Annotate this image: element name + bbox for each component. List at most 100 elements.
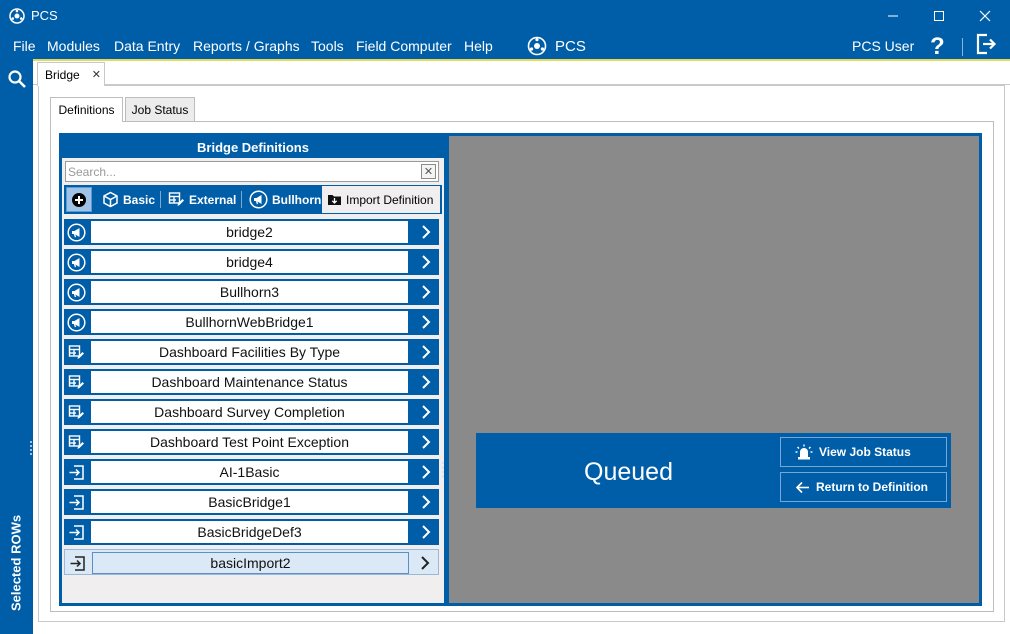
alarm-light-icon xyxy=(795,444,813,460)
cube-icon xyxy=(103,191,118,208)
list-item[interactable]: BasicBridge1 xyxy=(64,489,439,515)
user-name[interactable]: PCS User xyxy=(852,38,914,54)
tab-bridge[interactable]: Bridge ✕ xyxy=(37,62,105,86)
list-item[interactable]: bridge4 xyxy=(64,249,439,275)
basic-import-icon xyxy=(66,522,86,542)
view-job-status-button[interactable]: View Job Status xyxy=(780,437,947,467)
import-definition-button[interactable]: Import Definition xyxy=(322,186,440,213)
menu-modules[interactable]: Modules xyxy=(47,38,100,54)
logout-icon[interactable] xyxy=(975,33,997,55)
return-to-definition-label: Return to Definition xyxy=(816,480,928,494)
tab-job-status[interactable]: Job Status xyxy=(125,97,195,121)
maximize-button[interactable] xyxy=(916,0,962,32)
close-window-button[interactable] xyxy=(962,0,1008,32)
bullhorn-icon xyxy=(66,222,86,242)
panel-title: Bridge Definitions xyxy=(62,136,444,158)
bullhorn-icon xyxy=(66,282,86,302)
list-item-selected[interactable]: basicImport2 xyxy=(64,549,439,575)
chevron-right-icon[interactable] xyxy=(421,405,431,419)
help-icon[interactable]: ? xyxy=(930,33,945,61)
chevron-right-icon[interactable] xyxy=(421,345,431,359)
table-edit-icon xyxy=(168,192,184,206)
tab-close-icon[interactable]: ✕ xyxy=(92,68,101,81)
pcs-logo: PCS xyxy=(527,36,586,56)
list-item[interactable]: BullhornWebBridge1 xyxy=(64,309,439,335)
list-item[interactable]: Dashboard Survey Completion xyxy=(64,399,439,425)
definition-name: Bullhorn3 xyxy=(91,281,408,303)
filter-bullhorn-label: Bullhorn xyxy=(272,192,322,207)
menu-file[interactable]: File xyxy=(13,38,36,54)
filter-external-label: External xyxy=(189,192,237,207)
definition-name: Dashboard Survey Completion xyxy=(91,401,408,423)
external-icon xyxy=(66,402,86,422)
chevron-right-icon[interactable] xyxy=(421,465,431,479)
job-status-text: Queued xyxy=(584,457,673,486)
filter-basic-button[interactable]: Basic xyxy=(102,185,155,214)
toolbar-separator xyxy=(241,191,242,208)
return-to-definition-button[interactable]: Return to Definition xyxy=(780,472,947,502)
chevron-right-icon[interactable] xyxy=(421,285,431,299)
definition-name: BasicBridgeDef3 xyxy=(91,521,408,543)
arrow-left-icon xyxy=(795,481,809,493)
filter-external-button[interactable]: External xyxy=(168,185,236,214)
selected-rows-toggle[interactable]: Selected ROWs xyxy=(4,513,28,613)
plus-circle-icon xyxy=(72,192,86,207)
chevron-right-icon[interactable] xyxy=(420,556,430,570)
add-definition-button[interactable] xyxy=(66,187,92,212)
close-icon xyxy=(979,10,991,22)
folder-import-icon xyxy=(328,195,341,205)
chevron-right-icon[interactable] xyxy=(421,435,431,449)
pcs-logo-label: PCS xyxy=(555,37,586,55)
menu-data-entry[interactable]: Data Entry xyxy=(114,38,180,54)
definition-search-box: ✕ xyxy=(65,161,439,182)
definition-name: Dashboard Test Point Exception xyxy=(91,431,408,453)
minimize-icon xyxy=(888,15,898,17)
toolbar-separator xyxy=(160,191,161,208)
menu-tools[interactable]: Tools xyxy=(311,38,344,54)
bullhorn-icon xyxy=(66,252,86,272)
definition-name: bridge2 xyxy=(91,221,408,243)
filter-bullhorn-button[interactable]: Bullhorn xyxy=(249,185,321,214)
chevron-right-icon[interactable] xyxy=(421,375,431,389)
menu-help[interactable]: Help xyxy=(464,38,493,54)
view-job-status-label: View Job Status xyxy=(819,445,911,459)
filter-basic-label: Basic xyxy=(123,192,156,207)
chevron-right-icon[interactable] xyxy=(421,315,431,329)
tab-definitions[interactable]: Definitions xyxy=(50,97,123,122)
menu-bar: File Modules Data Entry Reports / Graphs… xyxy=(0,32,1010,60)
chevron-right-icon[interactable] xyxy=(421,525,431,539)
list-item[interactable]: BasicBridgeDef3 xyxy=(64,519,439,545)
title-bar: PCS xyxy=(0,0,1010,32)
bullhorn-icon xyxy=(66,312,86,332)
panel-splitter[interactable] xyxy=(441,460,445,480)
definition-name: basicImport2 xyxy=(92,552,409,574)
list-item[interactable]: Dashboard Test Point Exception xyxy=(64,429,439,455)
list-item[interactable]: bridge2 xyxy=(64,219,439,245)
definition-search-input[interactable] xyxy=(68,163,418,180)
external-icon xyxy=(66,342,86,362)
job-overlay xyxy=(449,136,979,603)
definition-name: BasicBridge1 xyxy=(91,491,408,513)
clear-search-button[interactable]: ✕ xyxy=(421,164,436,179)
chevron-right-icon[interactable] xyxy=(421,255,431,269)
minimize-button[interactable] xyxy=(870,0,916,32)
list-item[interactable]: Bullhorn3 xyxy=(64,279,439,305)
list-item[interactable]: AI-1Basic xyxy=(64,459,439,485)
app-logo-icon xyxy=(9,8,25,24)
list-item[interactable]: Dashboard Facilities By Type xyxy=(64,339,439,365)
menu-field-computer[interactable]: Field Computer xyxy=(356,38,452,54)
basic-import-icon xyxy=(66,462,86,482)
search-icon[interactable] xyxy=(7,69,27,89)
chevron-right-icon[interactable] xyxy=(421,225,431,239)
definition-name: bridge4 xyxy=(91,251,408,273)
chevron-right-icon[interactable] xyxy=(421,495,431,509)
import-definition-label: Import Definition xyxy=(346,192,434,207)
menu-separator xyxy=(962,38,963,56)
external-icon xyxy=(66,432,86,452)
bullhorn-icon xyxy=(249,190,268,209)
list-item[interactable]: Dashboard Maintenance Status xyxy=(64,369,439,395)
definition-name: Dashboard Facilities By Type xyxy=(91,341,408,363)
menu-reports-graphs[interactable]: Reports / Graphs xyxy=(193,38,300,54)
definition-name: BullhornWebBridge1 xyxy=(91,311,408,333)
external-icon xyxy=(66,372,86,392)
